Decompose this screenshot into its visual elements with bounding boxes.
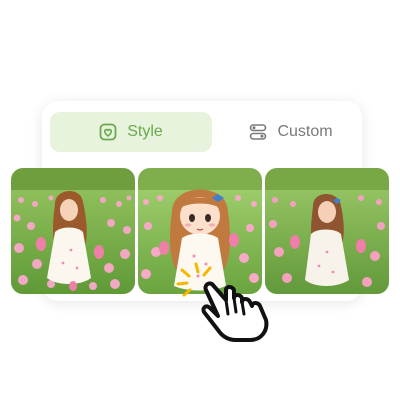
original-photo[interactable] [11, 168, 135, 294]
sliders-icon [249, 123, 267, 141]
tab-style-label: Style [127, 123, 163, 140]
mode-tabs: Style Custom [50, 112, 356, 152]
heart-frame-icon [99, 123, 117, 141]
pointer-hand-icon [196, 276, 272, 349]
styled-result-photo[interactable] [265, 168, 389, 294]
tab-custom[interactable]: Custom [226, 112, 356, 152]
tab-style[interactable]: Style [50, 112, 212, 152]
tab-custom-label: Custom [277, 123, 333, 140]
